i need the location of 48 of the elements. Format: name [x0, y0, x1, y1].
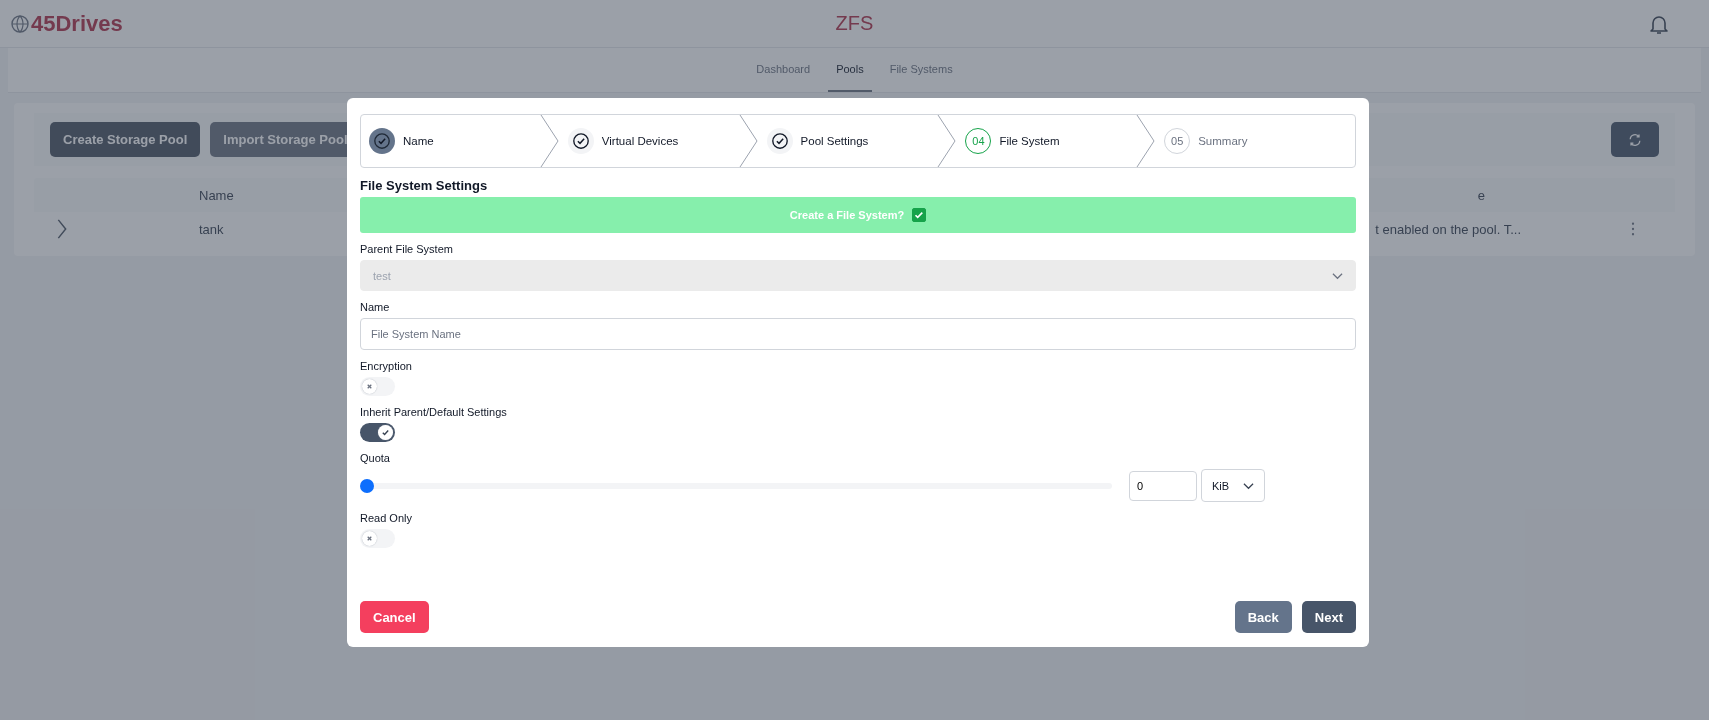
check-icon: [381, 428, 390, 437]
next-button[interactable]: Next: [1301, 601, 1356, 633]
nav-tab[interactable]: Dashboard: [748, 48, 819, 92]
step-label[interactable]: Name: [403, 135, 434, 147]
table-cell-text: tank: [199, 221, 225, 237]
toggle-switch[interactable]: [360, 377, 395, 396]
nav-tab[interactable]: File Systems: [881, 48, 961, 92]
slider-thumb[interactable]: [360, 478, 374, 493]
chevron-divider-icon: [1136, 115, 1157, 167]
chevron-down-icon: [1332, 271, 1343, 280]
check-icon: [913, 209, 926, 221]
toggle-switch[interactable]: [360, 529, 395, 548]
step-label[interactable]: Summary: [1198, 135, 1248, 147]
field-label: Name: [360, 301, 390, 313]
unit-select[interactable]: KiB: [1201, 469, 1265, 502]
chevron-right-icon[interactable]: [56, 218, 68, 240]
name-input-field[interactable]: File System Name: [360, 318, 1356, 350]
refresh-button[interactable]: [1611, 122, 1659, 157]
column-header: e: [1477, 187, 1485, 203]
field-label: Parent File System: [360, 243, 453, 255]
step-label[interactable]: File System: [999, 135, 1060, 147]
quota-input-field[interactable]: 0: [1129, 470, 1197, 501]
refresh-icon: [1627, 131, 1643, 148]
checkbox[interactable]: [912, 208, 927, 222]
chevron-down-icon: [1243, 481, 1254, 490]
globe-icon: [10, 13, 30, 34]
kebab-menu-icon[interactable]: [1631, 222, 1635, 236]
chevron-divider-icon: [539, 115, 560, 167]
chevron-divider-icon: [738, 115, 759, 167]
field-label: Read Only: [360, 512, 412, 524]
cross-icon: [365, 382, 374, 391]
create-pool-button[interactable]: Create Storage Pool: [50, 122, 201, 157]
nav-tab[interactable]: Pools: [828, 48, 872, 92]
cross-icon: [365, 534, 374, 543]
logo-text: 45Drives: [31, 10, 123, 37]
back-button[interactable]: Back: [1234, 601, 1292, 633]
chevron-divider-icon: [937, 115, 958, 167]
field-label: Encryption: [360, 360, 412, 372]
page-title: ZFS: [835, 12, 874, 35]
cancel-button[interactable]: Cancel: [360, 601, 429, 633]
table-cell: t enabled on the pool. T...: [1375, 221, 1521, 237]
toggle-switch[interactable]: [360, 423, 395, 442]
field-label: Quota: [360, 452, 390, 464]
step-label[interactable]: Pool Settings: [800, 135, 869, 147]
banner-label: Create a File System?: [789, 209, 905, 221]
section-title: File System Settings: [360, 178, 488, 193]
step-label[interactable]: Virtual Devices: [601, 135, 679, 147]
field-label: Inherit Parent/Default Settings: [360, 406, 507, 418]
